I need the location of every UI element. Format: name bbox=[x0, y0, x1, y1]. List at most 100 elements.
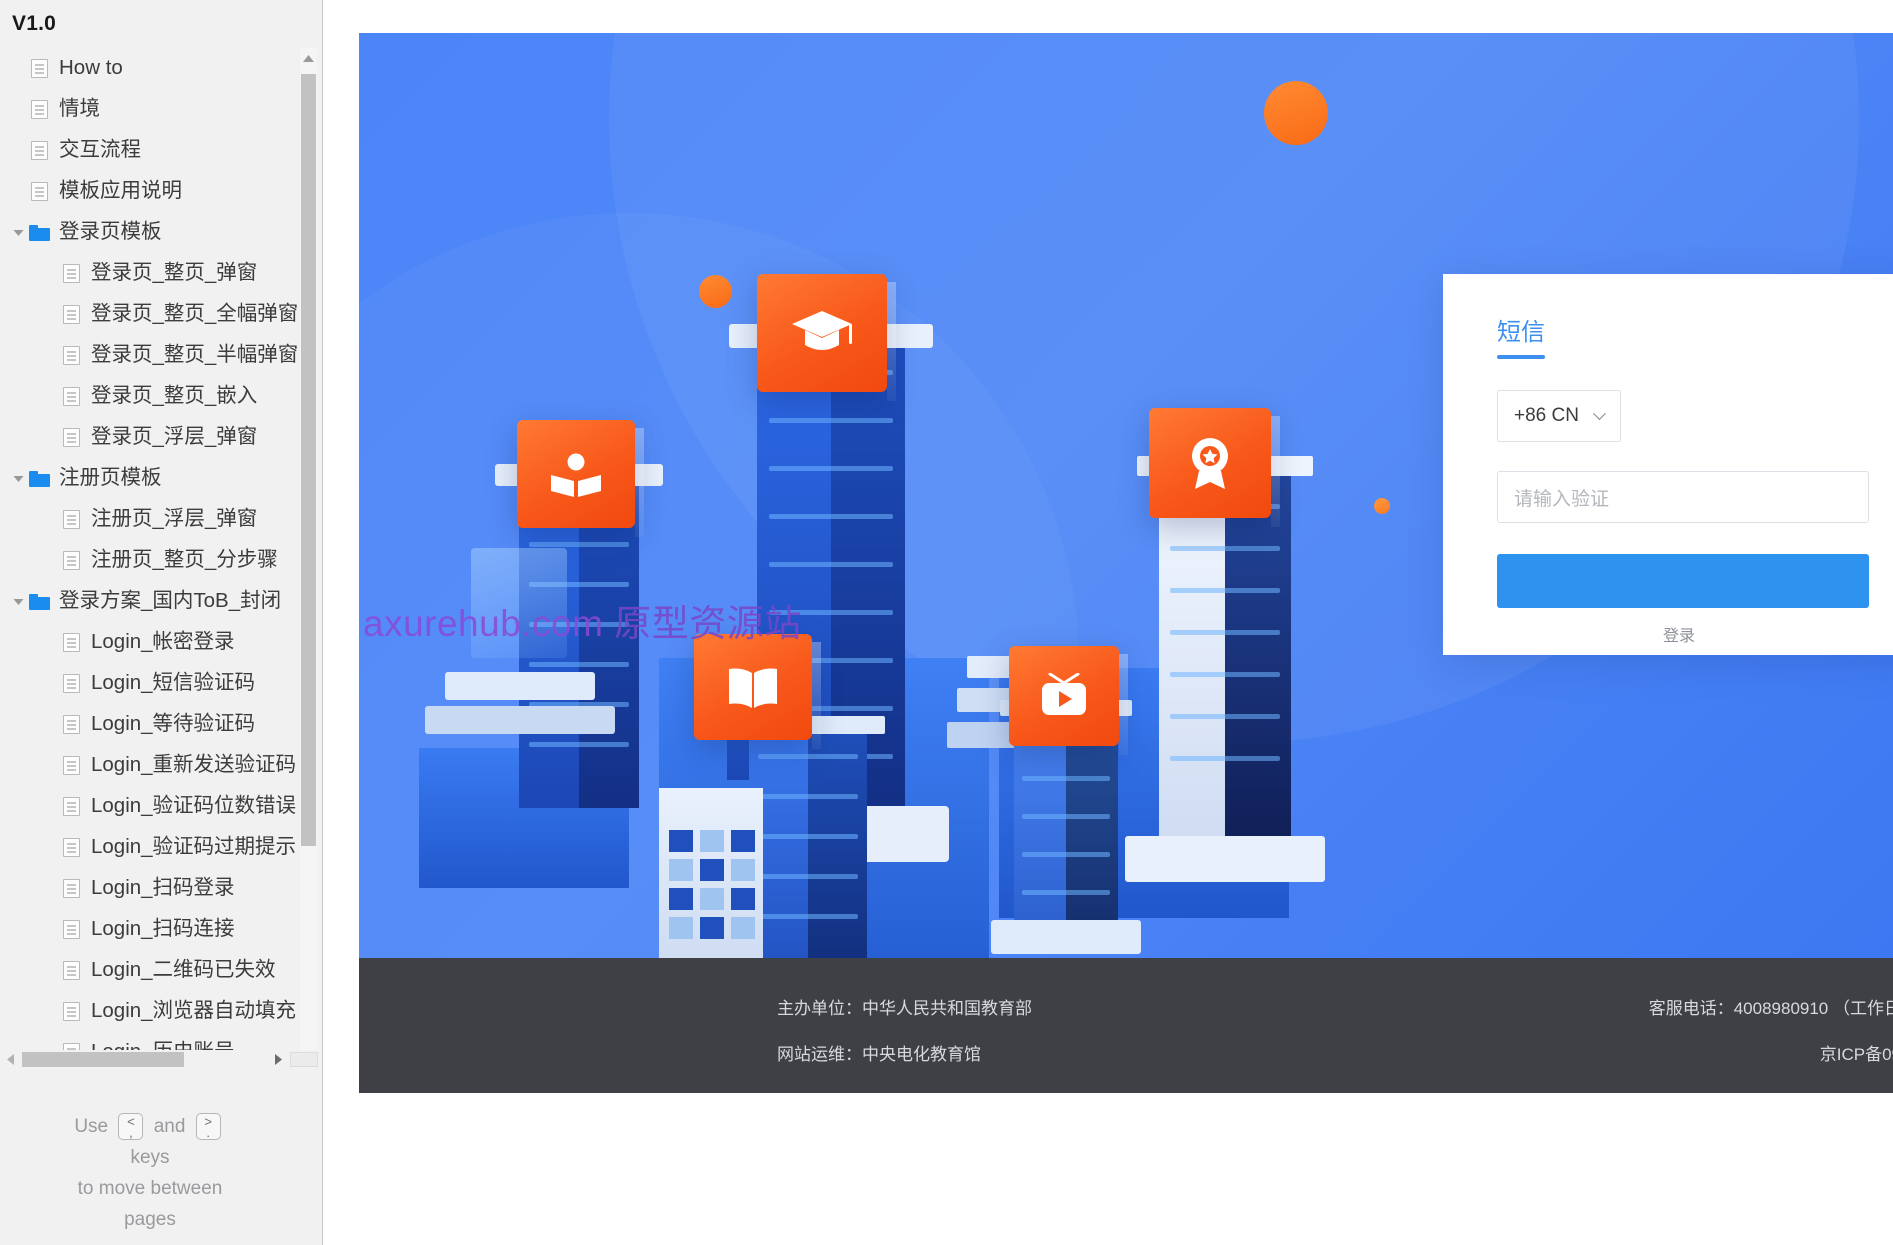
tab-sms-login[interactable]: 短信 bbox=[1497, 312, 1545, 359]
tree-page-item[interactable]: 登录页_整页_全幅弹窗 bbox=[0, 294, 300, 335]
h-scrollbar-thumb[interactable] bbox=[22, 1052, 184, 1067]
page-icon bbox=[60, 509, 82, 531]
tree-page-item[interactable]: Login_二维码已失效 bbox=[0, 950, 300, 991]
tree-item-label: Login_扫码连接 bbox=[91, 917, 235, 941]
key-next-bottom: . bbox=[206, 1125, 210, 1141]
login-page-preview: 主办单位：中华人民共和国教育部 网站运维：中央电化教育馆 客服电话：400898… bbox=[359, 33, 1893, 1093]
tree-page-item[interactable]: Login_验证码过期提示 bbox=[0, 827, 300, 868]
tree-item-label: 登录方案_国内ToB_封闭 bbox=[59, 589, 282, 613]
tree-page-item[interactable]: Login_扫码登录 bbox=[0, 868, 300, 909]
page-icon bbox=[60, 304, 82, 326]
page-icon bbox=[60, 755, 82, 777]
open-book-icon bbox=[729, 668, 777, 708]
scrollbar-thumb[interactable] bbox=[301, 74, 316, 846]
tree-page-item[interactable]: Login_浏览器自动填充 bbox=[0, 991, 300, 1032]
tab-sms-login-label: 短信 bbox=[1497, 319, 1545, 346]
axure-prototype-viewer: V1.0 How to 情境 交互流程 模板应用说明 登录页模板 登录页_整页_弹窗 登录页… bbox=[0, 0, 1893, 1245]
footer-right-column: 客服电话：4008980910 （工作日 京ICP备09 bbox=[1649, 986, 1893, 1078]
expand-collapse-icon[interactable] bbox=[10, 225, 26, 241]
card-video-icon bbox=[1009, 646, 1128, 755]
page-icon bbox=[60, 386, 82, 408]
tree-item-label: 登录页_整页_全幅弹窗 bbox=[91, 302, 299, 326]
hint-use-text: Use bbox=[74, 1116, 109, 1137]
tree-folder[interactable]: 登录方案_国内ToB_封闭 bbox=[0, 581, 300, 622]
page-icon bbox=[60, 960, 82, 982]
tower-medal-base bbox=[1125, 836, 1325, 882]
tree-page-item[interactable]: 登录页_整页_嵌入 bbox=[0, 376, 300, 417]
tab-active-underline bbox=[1497, 355, 1545, 359]
page-tree[interactable]: How to 情境交互流程模板应用说明 登录页模板登录页_整页_弹窗登录页_整页_全… bbox=[0, 48, 300, 1066]
key-next-icon: > . bbox=[195, 1113, 221, 1141]
page-icon bbox=[60, 263, 82, 285]
login-tabs[interactable]: 短信 bbox=[1497, 312, 1545, 359]
card-medal-icon bbox=[1149, 408, 1280, 527]
tree-vertical-scrollbar[interactable] bbox=[300, 48, 317, 1066]
login-submit-button[interactable] bbox=[1497, 554, 1869, 608]
low-building bbox=[659, 788, 763, 958]
tree-item-label: 交互流程 bbox=[59, 138, 141, 162]
decorative-dot-large bbox=[1264, 81, 1328, 145]
tree-item-label: 登录页模板 bbox=[59, 220, 162, 244]
scroll-up-icon[interactable] bbox=[300, 48, 317, 68]
tree-page-item[interactable]: Login_短信验证码 bbox=[0, 663, 300, 704]
tree-item-label: How to bbox=[59, 56, 123, 80]
medal-badge-icon bbox=[1192, 438, 1228, 489]
tree-page-item[interactable]: Login_等待验证码 bbox=[0, 704, 300, 745]
tree-page-item[interactable]: Login_帐密登录 bbox=[0, 622, 300, 663]
expand-collapse-icon[interactable] bbox=[10, 594, 26, 610]
folder-icon bbox=[28, 222, 50, 244]
footer-service-phone: 客服电话：4008980910 （工作日 bbox=[1648, 999, 1893, 1018]
expand-collapse-icon[interactable] bbox=[10, 471, 26, 487]
alt-login-link[interactable]: 登录 bbox=[1443, 622, 1893, 646]
scroll-left-icon[interactable] bbox=[0, 1050, 20, 1069]
footer-left-column: 主办单位：中华人民共和国教育部 网站运维：中央电化教育馆 bbox=[777, 986, 1032, 1078]
page-icon bbox=[60, 427, 82, 449]
tree-item-label: 模板应用说明 bbox=[59, 179, 182, 203]
country-code-select[interactable]: +86 CN bbox=[1497, 390, 1621, 442]
tree-folder[interactable]: 注册页模板 bbox=[0, 458, 300, 499]
tree-page-item[interactable]: 交互流程 bbox=[0, 130, 300, 171]
keyboard-hint-line2: keys bbox=[130, 1147, 170, 1168]
tree-page-item[interactable]: Login_重新发送验证码 bbox=[0, 745, 300, 786]
tower-window-stripes bbox=[749, 728, 867, 958]
tree-folder[interactable]: 登录页模板 bbox=[0, 212, 300, 253]
tree-page-item[interactable]: 情境 bbox=[0, 89, 300, 130]
tree-page-item[interactable]: 登录页_浮层_弹窗 bbox=[0, 417, 300, 458]
tree-page-item[interactable]: 登录页_整页_半幅弹窗 bbox=[0, 335, 300, 376]
tree-page-item[interactable]: Login_扫码连接 bbox=[0, 909, 300, 950]
country-code-value: +86 CN bbox=[1514, 405, 1579, 426]
tree-item-label: Login_等待验证码 bbox=[91, 712, 256, 736]
page-icon bbox=[28, 99, 50, 121]
card-presenter-icon bbox=[517, 420, 644, 537]
tower-book bbox=[731, 716, 885, 958]
tree-item-label: Login_扫码登录 bbox=[91, 876, 235, 900]
tree-page-item[interactable]: 登录页_整页_弹窗 bbox=[0, 253, 300, 294]
page-icon bbox=[60, 714, 82, 736]
version-label: V1.0 bbox=[12, 12, 56, 35]
glass-block bbox=[471, 548, 567, 658]
tree-item-label: Login_短信验证码 bbox=[91, 671, 256, 695]
keyboard-hint-line1: Use < , and > . bbox=[0, 1111, 300, 1142]
tree-horizontal-scrollbar[interactable] bbox=[0, 1050, 322, 1069]
tree-page-item[interactable]: Login_验证码位数错误 bbox=[0, 786, 300, 827]
key-prev-icon: < , bbox=[118, 1113, 144, 1141]
tree-page-item[interactable]: How to bbox=[0, 48, 300, 89]
page-icon bbox=[28, 140, 50, 162]
footer-organizer: 主办单位：中华人民共和国教育部 bbox=[777, 999, 1032, 1018]
keyboard-hint-line3: to move between bbox=[77, 1178, 223, 1199]
card-graduation-icon bbox=[757, 274, 896, 401]
tree-page-item[interactable]: 注册页_浮层_弹窗 bbox=[0, 499, 300, 540]
tree-page-item[interactable]: 注册页_整页_分步骤 bbox=[0, 540, 300, 581]
folder-icon bbox=[28, 468, 50, 490]
verification-code-input[interactable]: 请输入验证 bbox=[1497, 471, 1869, 523]
tree-page-item[interactable]: 模板应用说明 bbox=[0, 171, 300, 212]
page-icon bbox=[60, 1001, 82, 1023]
tower-video-base bbox=[991, 920, 1141, 954]
video-play-icon bbox=[1042, 673, 1086, 715]
tree-item-label: 登录页_浮层_弹窗 bbox=[91, 425, 258, 449]
chevron-down-icon bbox=[1593, 406, 1606, 420]
scroll-right-icon[interactable] bbox=[268, 1050, 288, 1069]
tree-item-label: 情境 bbox=[59, 97, 100, 121]
footer-icp-record: 京ICP备09 bbox=[1819, 1045, 1893, 1064]
login-card: 短信 +86 CN 请输入验证 登录 bbox=[1443, 274, 1893, 655]
